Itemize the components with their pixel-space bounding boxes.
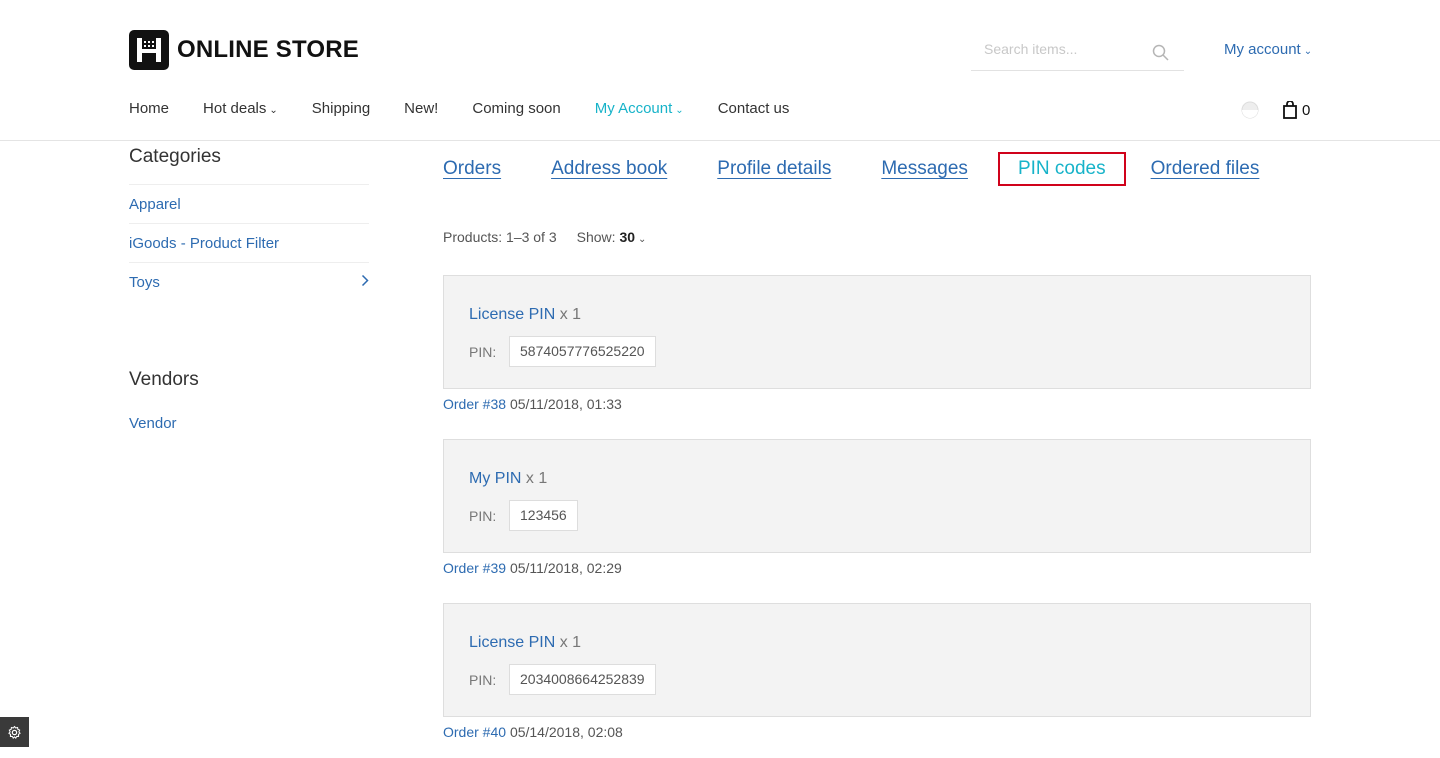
show-value: 30 xyxy=(619,229,636,245)
pin-label: PIN: xyxy=(469,344,497,360)
tab-messages[interactable]: Messages xyxy=(881,152,968,186)
nav-label: New! xyxy=(404,100,439,117)
tab-address-book[interactable]: Address book xyxy=(551,152,667,186)
pager: Products: 1–3 of 3 Show: 30 ⌄ xyxy=(443,229,646,245)
chevron-down-icon: ⌄ xyxy=(675,105,684,116)
products-count: Products: 1–3 of 3 xyxy=(443,229,557,245)
nav-item-home[interactable]: Home xyxy=(129,100,169,117)
categories-list: Apparel iGoods - Product Filter Toys xyxy=(129,185,369,302)
pin-product: License PIN x 1 xyxy=(469,306,581,324)
nav-label: Coming soon xyxy=(472,100,561,117)
pin-product: My PIN x 1 xyxy=(469,470,547,488)
header-tools: 0 xyxy=(1241,101,1310,119)
search-box xyxy=(971,34,1184,71)
store-logo[interactable]: ONLINE STORE xyxy=(129,30,359,70)
category-item-igoods-product-filter[interactable]: iGoods - Product Filter xyxy=(129,224,369,263)
pin-card: License PIN x 1 PIN: 5874057776525220 xyxy=(443,275,1311,389)
settings-button[interactable] xyxy=(0,717,29,747)
pin-product-link[interactable]: License PIN xyxy=(469,634,555,651)
categories-heading: Categories xyxy=(129,146,369,185)
chevron-down-icon: ⌄ xyxy=(1303,46,1313,57)
pin-label: PIN: xyxy=(469,672,497,688)
pin-qty: x 1 xyxy=(559,634,582,651)
pin-value[interactable]: 123456 xyxy=(509,500,578,531)
account-tabs: Orders Address book Profile details Mess… xyxy=(443,152,1309,186)
pin-value[interactable]: 2034008664252839 xyxy=(509,664,656,695)
nav-label: My Account xyxy=(594,100,673,117)
pin-card: My PIN x 1 PIN: 123456 xyxy=(443,439,1311,553)
category-label: Apparel xyxy=(129,195,181,213)
nav-label: Contact us xyxy=(717,100,790,117)
order-date: 05/11/2018, 01:33 xyxy=(509,396,622,412)
order-info: Order #40 05/14/2018, 02:08 xyxy=(443,724,623,740)
pin-product: License PIN x 1 xyxy=(469,634,581,652)
tab-profile-details[interactable]: Profile details xyxy=(717,152,831,186)
cart-count: 0 xyxy=(1302,101,1311,119)
pin-qty: x 1 xyxy=(559,306,582,323)
pin-card: License PIN x 1 PIN: 2034008664252839 xyxy=(443,603,1311,717)
my-account-menu[interactable]: My account ⌄ xyxy=(1224,41,1312,58)
vendors-list: Vendor xyxy=(129,408,369,438)
nav-label: Home xyxy=(129,100,170,117)
cart-button[interactable]: 0 xyxy=(1283,101,1310,119)
category-item-toys[interactable]: Toys xyxy=(129,263,369,302)
shopping-bag-icon xyxy=(1283,101,1297,119)
nav-label: Shipping xyxy=(311,100,371,117)
search-icon[interactable] xyxy=(1152,44,1170,67)
pin-product-link[interactable]: License PIN xyxy=(469,306,555,323)
order-date: 05/11/2018, 02:29 xyxy=(509,560,622,576)
nav-item-coming-soon[interactable]: Coming soon xyxy=(472,100,560,117)
order-date: 05/14/2018, 02:08 xyxy=(509,724,623,740)
sidebar: Categories Apparel iGoods - Product Filt… xyxy=(129,146,369,438)
show-label: Show: xyxy=(576,229,616,245)
my-account-label: My account xyxy=(1224,41,1301,58)
nav-item-new[interactable]: New! xyxy=(404,100,438,117)
category-item-apparel[interactable]: Apparel xyxy=(129,185,369,224)
chevron-right-icon[interactable] xyxy=(361,274,369,291)
nav-item-my-account[interactable]: My Account ⌄ xyxy=(595,100,684,117)
chevron-down-icon: ⌄ xyxy=(638,234,647,245)
header-divider xyxy=(0,140,1440,141)
nav-item-contact-us[interactable]: Contact us xyxy=(718,100,790,117)
cart-logo-icon xyxy=(129,30,169,70)
pin-value[interactable]: 5874057776525220 xyxy=(509,336,656,367)
nav-label: Hot deals xyxy=(203,100,267,117)
pin-product-link[interactable]: My PIN xyxy=(469,470,521,487)
order-link[interactable]: Order #38 xyxy=(443,396,506,412)
main-nav: Home Hot deals ⌄ Shipping New! Coming soo… xyxy=(129,100,823,117)
search-input[interactable] xyxy=(971,34,1141,64)
order-info: Order #38 05/11/2018, 01:33 xyxy=(443,396,622,412)
tab-orders[interactable]: Orders xyxy=(443,152,501,186)
store-name: ONLINE STORE xyxy=(177,36,359,63)
header: ONLINE STORE My account⌄ xyxy=(0,0,1440,90)
vendor-item[interactable]: Vendor xyxy=(129,408,369,438)
show-per-page-select[interactable]: Show: 30 ⌄ xyxy=(577,229,647,245)
nav-item-hot-deals[interactable]: Hot deals ⌄ xyxy=(203,100,278,117)
theme-toggle-icon[interactable] xyxy=(1241,101,1259,119)
tab-ordered-files[interactable]: Ordered files xyxy=(1151,152,1260,186)
nav-item-shipping[interactable]: Shipping xyxy=(312,100,370,117)
vendor-label: Vendor xyxy=(129,414,177,432)
pin-label: PIN: xyxy=(469,508,497,524)
order-link[interactable]: Order #39 xyxy=(443,560,506,576)
order-link[interactable]: Order #40 xyxy=(443,724,506,740)
gear-icon xyxy=(8,725,21,739)
category-label: iGoods - Product Filter xyxy=(129,234,280,252)
pin-qty: x 1 xyxy=(525,470,548,487)
category-label: Toys xyxy=(129,274,160,291)
vendors-heading: Vendors xyxy=(129,369,199,390)
order-info: Order #39 05/11/2018, 02:29 xyxy=(443,560,622,576)
tab-pin-codes[interactable]: PIN codes xyxy=(997,152,1126,186)
chevron-down-icon: ⌄ xyxy=(269,105,278,116)
